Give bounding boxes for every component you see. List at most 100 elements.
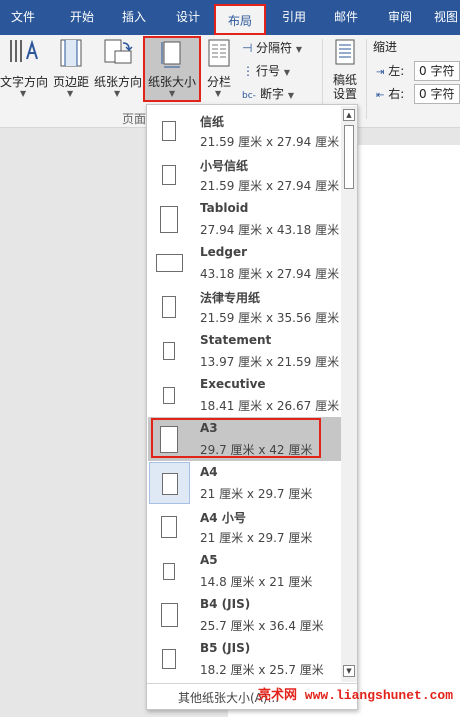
paper-size-item-legal[interactable]: 法律专用纸 21.59 厘米 x 35.56 厘米 [148,285,341,329]
paper-size-item-b5-jis[interactable]: B5 (JIS) 18.2 厘米 x 25.7 厘米 [148,637,341,681]
scroll-up-arrow-icon[interactable]: ▲ [343,109,355,121]
page-thumbnail-icon [155,254,183,272]
page-thumbnail-icon [162,473,178,495]
tab-references[interactable]: 引用 [268,0,320,35]
orientation-button[interactable]: 纸张方向 ▼ [93,37,143,98]
paper-size-name: Executive [200,377,266,391]
paper-size-item-b4-jis[interactable]: B4 (JIS) 25.7 厘米 x 36.4 厘米 [148,593,341,637]
ribbon-divider [366,39,367,119]
highlight-box [151,418,321,458]
hyphenation-button[interactable]: bc- 断字 ▼ [242,84,294,104]
margins-label: 页边距 [52,75,89,89]
paper-size-item-ledger[interactable]: Ledger 43.18 厘米 x 27.94 厘米 [148,241,341,285]
draft-paper-icon [335,39,355,65]
paper-size-name: B5 (JIS) [200,641,251,655]
scrollbar[interactable] [341,106,357,682]
tab-review[interactable]: 审阅 [374,0,426,35]
chevron-down-icon: ▼ [295,45,302,54]
paper-thumbnail-frame [149,110,190,152]
paper-size-dimensions: 21.59 厘米 x 35.56 厘米 [200,311,340,325]
indent-title: 缩进 [373,40,398,54]
paper-size-dimensions: 43.18 厘米 x 27.94 厘米 [200,267,340,281]
paper-size-dimensions: 21.59 厘米 x 27.94 厘米 [200,135,340,149]
page-thumbnail-icon [161,516,177,538]
indent-left-label: ⇥ 左: [376,64,405,78]
paper-size-dimensions: 13.97 厘米 x 21.59 厘米 [200,355,340,369]
chevron-down-icon: ▼ [169,89,176,98]
paper-thumbnail-frame [149,374,190,416]
paper-size-button[interactable]: 纸张大小 ▼ [143,36,201,102]
paper-size-name: B4 (JIS) [200,597,251,611]
paper-size-dimensions: 18.2 厘米 x 25.7 厘米 [200,663,324,677]
tab-layout[interactable]: 布局 [214,4,266,35]
paper-size-name: 小号信纸 [200,159,249,173]
group-label-page: 页面 [122,112,147,126]
breaks-button[interactable]: ⊣ 分隔符 ▼ [242,38,302,58]
paper-size-dropdown: 信纸 21.59 厘米 x 27.94 厘米 小号信纸 21.59 厘米 x 27.9… [146,104,358,710]
tab-insert[interactable]: 插入 [108,0,160,35]
breaks-label: 分隔符 [256,41,293,55]
page-thumbnail-icon [162,296,176,318]
indent-left-field[interactable]: 0 字符 [414,61,460,81]
chevron-down-icon: ▼ [283,68,290,77]
chevron-down-icon: ▼ [114,89,121,98]
margins-icon [60,39,82,67]
paper-size-item-a5[interactable]: A5 14.8 厘米 x 21 厘米 [148,549,341,593]
tab-home[interactable]: 开始 [56,0,108,35]
page-thumbnail-icon [163,386,175,404]
paper-size-dimensions: 14.8 厘米 x 21 厘米 [200,575,313,589]
chevron-down-icon: ▼ [67,89,74,98]
paper-size-dimensions: 21 厘米 x 29.7 厘米 [200,487,313,501]
tab-mailings[interactable]: 邮件 [320,0,372,35]
page-thumbnail-icon [162,649,176,669]
paper-size-dimensions: 25.7 厘米 x 36.4 厘米 [200,619,324,633]
text-direction-button[interactable]: 文字方向 ▼ [0,37,48,98]
paper-size-item-letter-small[interactable]: 小号信纸 21.59 厘米 x 27.94 厘米 [148,153,341,197]
paper-size-item-a4-small[interactable]: A4 小号 21 厘米 x 29.7 厘米 [148,505,341,549]
columns-button[interactable]: 分栏 ▼ [203,37,235,98]
paper-size-item-letter[interactable]: 信纸 21.59 厘米 x 27.94 厘米 [148,109,341,153]
draft-settings-label: 稿纸 设置 [332,73,357,101]
paper-size-icon [161,41,181,68]
page-thumbnail-icon [162,165,176,185]
page-thumbnail-icon [162,121,176,141]
draft-settings-button[interactable]: 稿纸 设置 [327,37,363,101]
watermark: 亮术网 www.liangshunet.com [258,688,454,703]
page-thumbnail-icon [163,562,175,580]
hyphenation-label: 断字 [260,87,285,101]
paper-thumbnail-frame [149,462,190,504]
paper-size-name: A4 [200,465,218,479]
paper-size-item-tabloid[interactable]: Tabloid 27.94 厘米 x 43.18 厘米 [148,197,341,241]
paper-size-item-executive[interactable]: Executive 18.41 厘米 x 26.67 厘米 [148,373,341,417]
scrollbar-thumb[interactable] [344,125,354,189]
tab-view[interactable]: 视图 [426,0,460,35]
paper-size-dimensions: 21.59 厘米 x 27.94 厘米 [200,179,340,193]
indent-right-field[interactable]: 0 字符 [414,84,460,104]
paper-thumbnail-frame [149,594,190,636]
paper-size-dimensions: 27.94 厘米 x 43.18 厘米 [200,223,340,237]
page-thumbnail-icon [160,603,178,627]
scroll-down-arrow-icon[interactable]: ▼ [343,665,355,677]
paper-size-name: Tabloid [200,201,249,215]
paper-size-name: A4 小号 [200,511,246,525]
paper-size-item-a4[interactable]: A4 21 厘米 x 29.7 厘米 [148,461,341,505]
paper-thumbnail-frame [149,242,190,284]
indent-left-icon: ⇥ [376,67,385,78]
line-numbers-icon: ⋮ [242,64,254,78]
page-thumbnail-icon [160,205,178,233]
orientation-icon [104,39,133,64]
tab-file[interactable]: 文件 [0,0,46,35]
columns-icon [208,39,230,67]
margins-button[interactable]: 页边距 ▼ [51,37,91,98]
line-numbers-button[interactable]: ⋮ 行号 ▼ [242,61,290,81]
paper-size-name: 信纸 [200,115,225,129]
paper-size-name: 法律专用纸 [200,291,261,305]
tab-design[interactable]: 设计 [162,0,214,35]
paper-size-item-statement[interactable]: Statement 13.97 厘米 x 21.59 厘米 [148,329,341,373]
paper-size-label: 纸张大小 [147,75,196,89]
paper-size-name: Statement [200,333,272,347]
text-direction-icon [10,39,38,62]
paper-size-name: A5 [200,553,218,567]
paper-thumbnail-frame [149,638,190,680]
indent-right-label: ⇤ 右: [376,87,405,101]
